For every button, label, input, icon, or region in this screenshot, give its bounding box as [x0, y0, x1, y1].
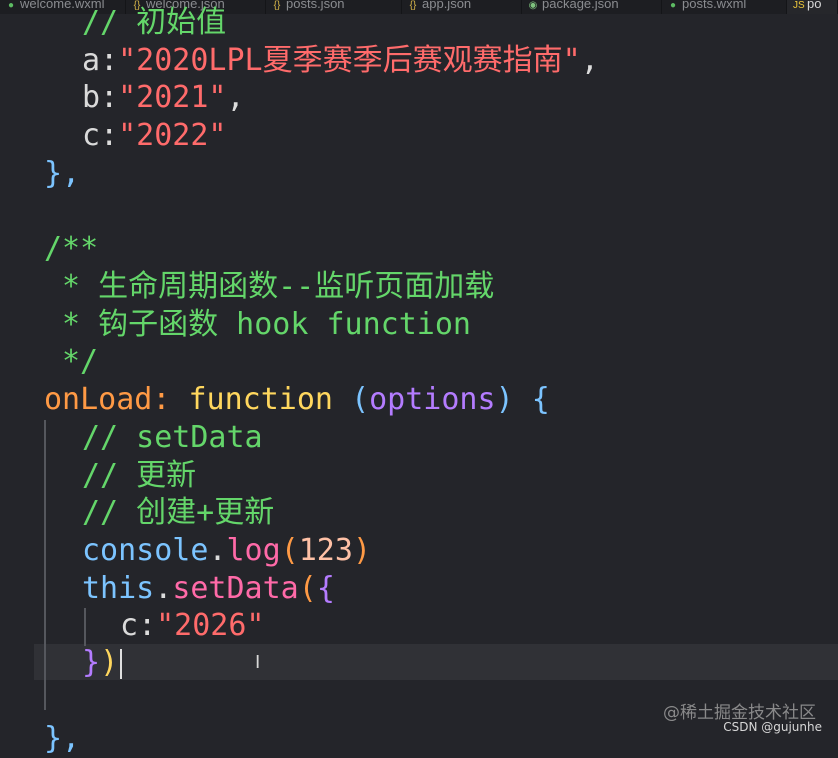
onload-colon: :	[152, 382, 171, 417]
comment-create-update: // 创建+更新	[82, 495, 275, 530]
code-line: onLoad: function (options) {	[0, 381, 838, 419]
code-line: */	[0, 343, 838, 381]
function-close-brace: },	[44, 721, 81, 756]
colon: :	[100, 118, 119, 153]
code-line: * 生命周期函数--监听页面加载	[0, 268, 838, 306]
code-line: // 更新	[0, 457, 838, 495]
code-line: },	[0, 155, 838, 193]
console-object: console	[82, 533, 209, 568]
doc-comment-close: */	[62, 344, 99, 379]
code-line: c:"2022"	[0, 117, 838, 155]
doc-comment-line-1: * 生命周期函数--监听页面加载	[62, 269, 495, 304]
paren-open: (	[351, 382, 370, 417]
code-line: a:"2020LPL夏季赛季后赛观赛指南",	[0, 42, 838, 80]
comment-setdata: // setData	[82, 420, 263, 455]
code-line: // 初始值	[0, 4, 838, 42]
this-keyword: this	[82, 571, 155, 606]
object-close-brace: },	[44, 156, 81, 191]
code-line: b:"2021",	[0, 79, 838, 117]
onload-name: onLoad	[44, 382, 153, 417]
property-b: b	[82, 80, 101, 115]
doc-comment-open: /**	[44, 231, 99, 266]
ibeam-cursor-icon: I	[255, 652, 261, 673]
comma: ,	[226, 80, 245, 115]
colon: :	[100, 80, 119, 115]
string-c-value: "2022"	[118, 118, 227, 153]
string-c-new-value: "2026"	[156, 608, 265, 643]
code-line: },	[0, 720, 838, 758]
code-line: // 创建+更新	[0, 494, 838, 532]
property-c: c	[82, 118, 101, 153]
code-line: c:"2026"	[0, 607, 838, 645]
code-line: // setData	[0, 419, 838, 457]
doc-comment-line-2: * 钩子函数 hook function	[62, 307, 471, 342]
credit-label: CSDN @gujunhe	[723, 720, 822, 734]
comma: ,	[580, 43, 599, 78]
code-line: * 钩子函数 hook function	[0, 306, 838, 344]
comment-update: // 更新	[82, 458, 197, 493]
code-line: })	[0, 644, 838, 682]
log-method: log	[226, 533, 281, 568]
log-number: 123	[298, 533, 353, 568]
dot: .	[208, 533, 227, 568]
code-editor[interactable]: // 初始值 a:"2020LPL夏季赛季后赛观赛指南", b:"2021", …	[0, 5, 838, 758]
string-a-value: "2020LPL夏季赛季后赛观赛指南"	[118, 43, 581, 78]
colon: :	[138, 608, 157, 643]
code-line: /**	[0, 230, 838, 268]
setdata-paren-close: )	[100, 645, 119, 680]
setdata-paren-open: (	[298, 571, 317, 606]
code-line: this.setData({	[0, 570, 838, 608]
log-paren-close: )	[352, 533, 371, 568]
string-b-value: "2021"	[118, 80, 227, 115]
property-a: a	[82, 43, 101, 78]
comment-initial-value: // 初始值	[82, 5, 227, 40]
setdata-brace-open: {	[316, 571, 335, 606]
colon: :	[100, 43, 119, 78]
dot: .	[154, 571, 173, 606]
function-keyword: function	[188, 382, 334, 417]
property-c-new: c	[120, 608, 139, 643]
log-paren-open: (	[280, 533, 299, 568]
paren-close: )	[495, 382, 514, 417]
brace-open: {	[531, 382, 550, 417]
setdata-method: setData	[172, 571, 299, 606]
setdata-brace-close: }	[82, 645, 101, 680]
text-cursor	[120, 648, 123, 679]
code-line: console.log(123)	[0, 532, 838, 570]
options-parameter: options	[369, 382, 496, 417]
